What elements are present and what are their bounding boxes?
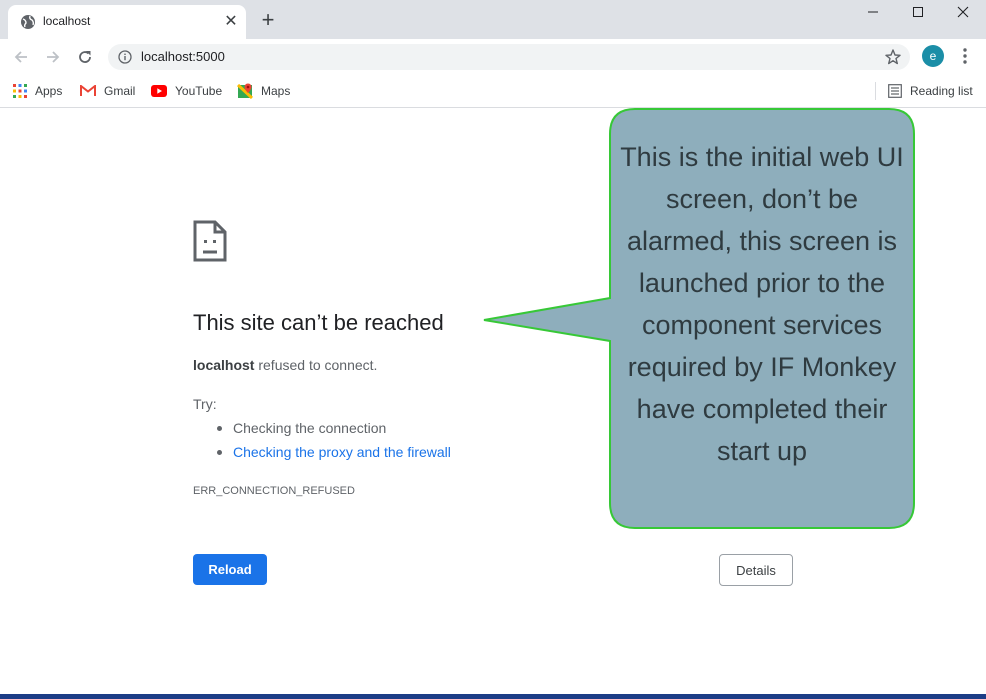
reload-button[interactable]: Reload <box>193 554 267 585</box>
details-button[interactable]: Details <box>719 554 793 586</box>
error-host: localhost <box>193 357 255 373</box>
browser-tab[interactable]: localhost ✕ <box>8 5 246 39</box>
taskbar-strip <box>0 694 986 699</box>
bookmarks-divider <box>875 82 876 100</box>
browser-toolbar: localhost:5000 e <box>0 39 986 75</box>
reading-list-label: Reading list <box>910 84 973 98</box>
callout-text: This is the initial web UI screen, don’t… <box>620 142 904 466</box>
close-window-icon[interactable] <box>940 0 986 24</box>
forward-icon[interactable] <box>43 47 63 67</box>
bookmark-label: YouTube <box>175 84 223 98</box>
tab-strip: localhost ✕ + <box>0 0 986 39</box>
maximize-icon[interactable] <box>895 0 941 24</box>
bookmark-label: Gmail <box>104 84 136 98</box>
suggestions-list: Checking the connection Checking the pro… <box>193 419 451 467</box>
back-icon[interactable] <box>11 47 31 67</box>
address-bar[interactable]: localhost:5000 <box>108 44 910 70</box>
bookmark-apps[interactable]: Apps <box>13 82 62 100</box>
proxy-firewall-link[interactable]: Checking the proxy and the firewall <box>233 444 451 460</box>
gmail-icon <box>80 85 96 96</box>
bookmark-label: Maps <box>261 84 291 98</box>
reading-list-icon <box>888 84 902 98</box>
new-tab-icon[interactable]: + <box>257 9 279 31</box>
close-tab-icon[interactable]: ✕ <box>222 13 240 31</box>
error-message: localhost refused to connect. <box>193 357 377 373</box>
youtube-icon <box>151 85 167 97</box>
globe-icon <box>21 15 35 29</box>
bookmark-maps[interactable]: Maps <box>237 82 290 100</box>
minimize-icon[interactable] <box>850 0 896 24</box>
suggestion-item: Checking the proxy and the firewall <box>217 443 451 467</box>
tab-title: localhost <box>43 14 91 28</box>
error-code: ERR_CONNECTION_REFUSED <box>193 485 355 497</box>
bookmark-youtube[interactable]: YouTube <box>151 82 222 100</box>
bookmark-gmail[interactable]: Gmail <box>80 82 135 100</box>
more-vert-icon[interactable] <box>956 46 974 66</box>
address-url: localhost:5000 <box>141 49 225 64</box>
info-icon[interactable] <box>118 50 132 64</box>
error-title: This site can’t be reached <box>193 310 444 335</box>
reload-icon[interactable] <box>75 47 95 67</box>
try-label: Try: <box>193 396 217 412</box>
suggestion-item: Checking the connection <box>217 419 451 443</box>
star-icon[interactable] <box>884 48 902 66</box>
apps-grid-icon <box>13 84 27 98</box>
profile-avatar[interactable]: e <box>922 45 944 67</box>
sad-file-icon <box>193 220 227 262</box>
reading-list-button[interactable]: Reading list <box>888 82 973 100</box>
error-message-text: refused to connect. <box>254 357 378 373</box>
bookmarks-bar: Apps Gmail YouTube Maps Reading list <box>0 75 986 108</box>
bookmark-label: Apps <box>35 84 63 98</box>
maps-icon <box>237 83 253 99</box>
